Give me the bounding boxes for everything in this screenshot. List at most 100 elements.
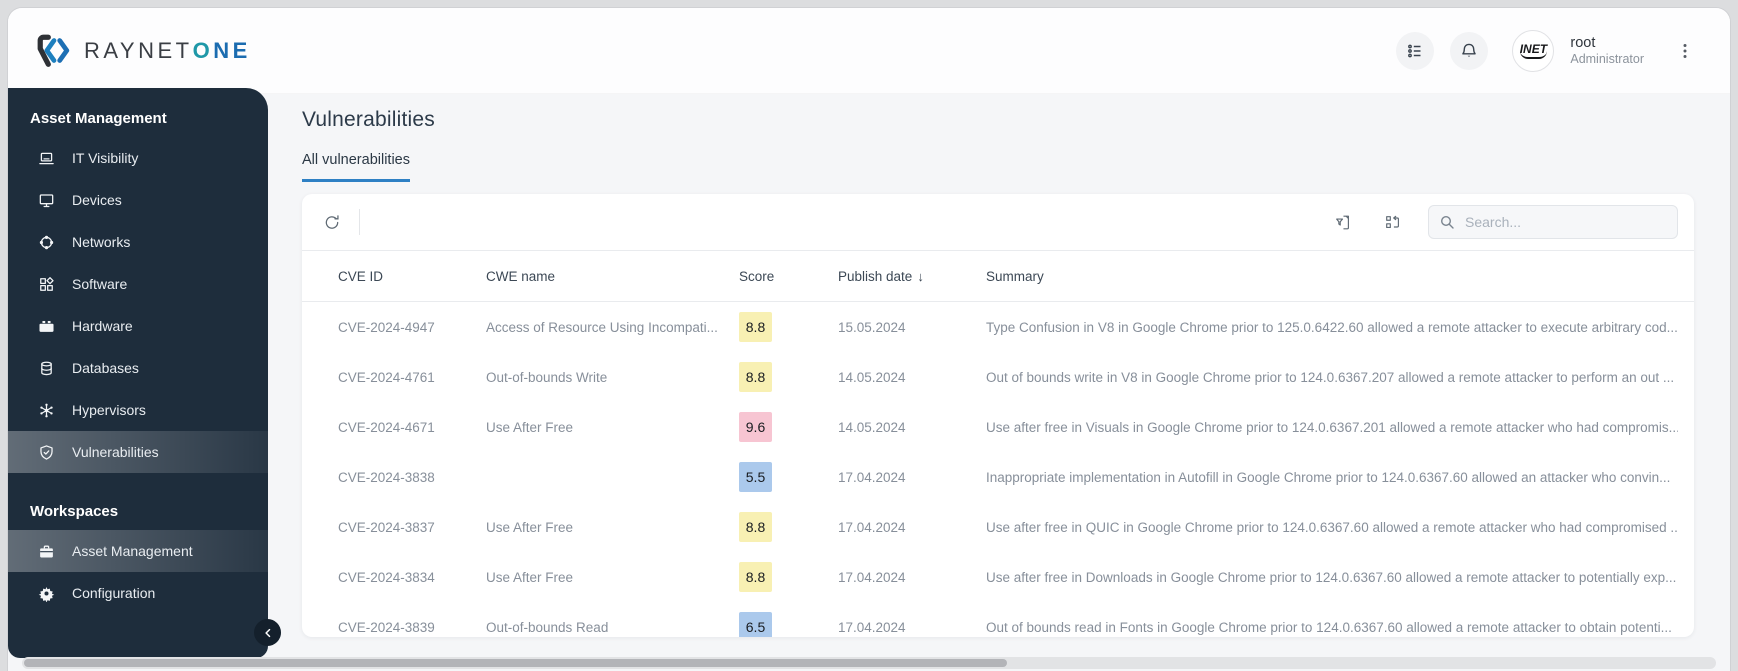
tab-bar: All vulnerabilities [302, 152, 1694, 182]
notifications-button[interactable] [1450, 31, 1489, 70]
sidebar-item-label: Hardware [72, 318, 133, 334]
table-row[interactable]: CVE-2024-4761 Out-of-bounds Write 8.8 14.05… [302, 352, 1694, 402]
publish-date: 15.05.2024 [838, 319, 906, 335]
sidebar-item-software[interactable]: Software [8, 263, 268, 305]
table-toolbar [302, 194, 1694, 250]
summary: Out of bounds read in Fonts in Google Ch… [986, 619, 1672, 635]
column-header-cwe-name[interactable]: CWE name [486, 269, 739, 284]
column-header-score[interactable]: Score [739, 269, 838, 284]
laptop-icon [38, 150, 55, 167]
score-badge: 9.6 [739, 412, 772, 442]
avatar-text: INET [1519, 42, 1548, 59]
kebab-menu-icon [1683, 43, 1687, 58]
sidebar-item-asset-management[interactable]: Asset Management [8, 530, 268, 572]
publish-date: 14.05.2024 [838, 369, 906, 385]
table-row[interactable]: CVE-2024-4671 Use After Free 9.6 14.05.2024… [302, 402, 1694, 452]
software-icon [38, 276, 55, 293]
user-role: Administrator [1570, 51, 1644, 66]
sidebar-item-label: Configuration [72, 585, 156, 601]
database-icon [38, 360, 55, 377]
cve-id: CVE-2024-3838 [338, 469, 435, 485]
score-badge: 5.5 [739, 462, 772, 492]
search-input[interactable] [1463, 213, 1667, 231]
table-row[interactable]: CVE-2024-3838 5.5 17.04.2024 Inappropriate … [302, 452, 1694, 502]
horizontal-scrollbar-thumb[interactable] [24, 659, 1007, 667]
refresh-icon [325, 214, 339, 229]
toolbar-divider [359, 209, 360, 235]
column-header-publish-date[interactable]: Publish date ↓ [838, 269, 986, 284]
sidebar-item-vulnerabilities[interactable]: Vulnerabilities [8, 431, 268, 473]
chevron-left-icon [264, 628, 270, 637]
table-row[interactable]: CVE-2024-3834 Use After Free 8.8 17.04.2024… [302, 552, 1694, 602]
sidebar-item-configuration[interactable]: Configuration [8, 572, 268, 614]
tab-all-vulnerabilities[interactable]: All vulnerabilities [302, 152, 410, 182]
score-cell: 6.5 [739, 612, 838, 637]
network-icon [38, 234, 55, 251]
cwe-name: Out-of-bounds Read [486, 619, 609, 635]
search-box [1428, 205, 1678, 239]
score-badge: 8.8 [739, 312, 772, 342]
column-chooser-button[interactable] [1378, 207, 1408, 237]
sidebar-item-label: Devices [72, 192, 122, 208]
summary: Use after free in Downloads in Google Ch… [986, 569, 1677, 585]
sidebar-item-hypervisors[interactable]: Hypervisors [8, 389, 268, 431]
sidebar-item-networks[interactable]: Networks [8, 221, 268, 263]
summary: Use after free in QUIC in Google Chrome … [986, 519, 1678, 535]
cwe-name: Access of Resource Using Incompati... [486, 319, 718, 335]
sidebar-item-it-visibility[interactable]: IT Visibility [8, 137, 268, 179]
sidebar-item-label: Vulnerabilities [72, 444, 159, 460]
sidebar-item-databases[interactable]: Databases [8, 347, 268, 389]
export-button[interactable] [1328, 207, 1358, 237]
column-header-summary[interactable]: Summary [986, 269, 1678, 284]
summary: Out of bounds write in V8 in Google Chro… [986, 369, 1675, 385]
user-info: root Administrator [1570, 34, 1644, 68]
publish-date: 17.04.2024 [838, 619, 906, 635]
score-cell: 5.5 [739, 462, 838, 492]
app-window: RAYNETONE INET root Administrator Asset … [8, 8, 1730, 671]
page-title: Vulnerabilities [302, 108, 435, 131]
brand-logo: RAYNETONE [34, 32, 251, 70]
publish-date: 17.04.2024 [838, 569, 906, 585]
score-badge: 8.8 [739, 362, 772, 392]
sidebar-item-hardware[interactable]: Hardware [8, 305, 268, 347]
topbar: RAYNETONE INET root Administrator [8, 8, 1730, 94]
sidebar-item-label: Databases [72, 360, 139, 376]
cve-id: CVE-2024-4947 [338, 319, 435, 335]
user-menu-button[interactable] [1666, 32, 1704, 70]
sidebar-collapse-button[interactable] [254, 619, 281, 646]
search-icon [1440, 215, 1454, 229]
user-name: root [1570, 34, 1596, 51]
score-cell: 8.8 [739, 512, 838, 542]
sidebar-item-devices[interactable]: Devices [8, 179, 268, 221]
bell-icon [1462, 43, 1477, 57]
user-avatar[interactable]: INET [1512, 29, 1555, 72]
sidebar-item-label: Software [72, 276, 128, 292]
horizontal-scrollbar[interactable] [22, 657, 1716, 669]
sidebar-item-label: Hypervisors [72, 402, 146, 418]
table-body: CVE-2024-4947 Access of Resource Using In… [302, 302, 1694, 637]
tasks-list-button[interactable] [1396, 31, 1435, 70]
export-icon [1336, 215, 1349, 229]
summary: Type Confusion in V8 in Google Chrome pr… [986, 319, 1678, 335]
cve-id: CVE-2024-3837 [338, 519, 435, 535]
table-row[interactable]: CVE-2024-3839 Out-of-bounds Read 6.5 17.04.… [302, 602, 1694, 637]
sidebar-sections: Asset Management IT Visibility Devices Netw… [8, 110, 268, 614]
sidebar-item-label: IT Visibility [72, 150, 139, 166]
cwe-name: Use After Free [486, 569, 574, 585]
table-header: CVE ID CWE name Score Publish date ↓ Summary [302, 250, 1694, 302]
publish-date: 17.04.2024 [838, 469, 906, 485]
column-header-cve-id[interactable]: CVE ID [338, 269, 486, 284]
main-content: Vulnerabilities All vulnerabilities Sear… [302, 94, 1694, 637]
cve-id: CVE-2024-4671 [338, 419, 435, 435]
toolbox-icon [38, 318, 55, 335]
summary: Use after free in Visuals in Google Chro… [986, 419, 1678, 435]
brand-name: RAYNETONE [84, 37, 251, 63]
sort-desc-icon: ↓ [917, 268, 924, 284]
table-row[interactable]: CVE-2024-3837 Use After Free 8.8 17.04.2024… [302, 502, 1694, 552]
monitor-icon [38, 192, 55, 209]
table-row[interactable]: CVE-2024-4947 Access of Resource Using In… [302, 302, 1694, 352]
cwe-name: Out-of-bounds Write [486, 369, 608, 385]
score-cell: 9.6 [739, 412, 838, 442]
refresh-button[interactable] [317, 207, 347, 237]
sidebar: Asset Management IT Visibility Devices Netw… [8, 88, 281, 658]
